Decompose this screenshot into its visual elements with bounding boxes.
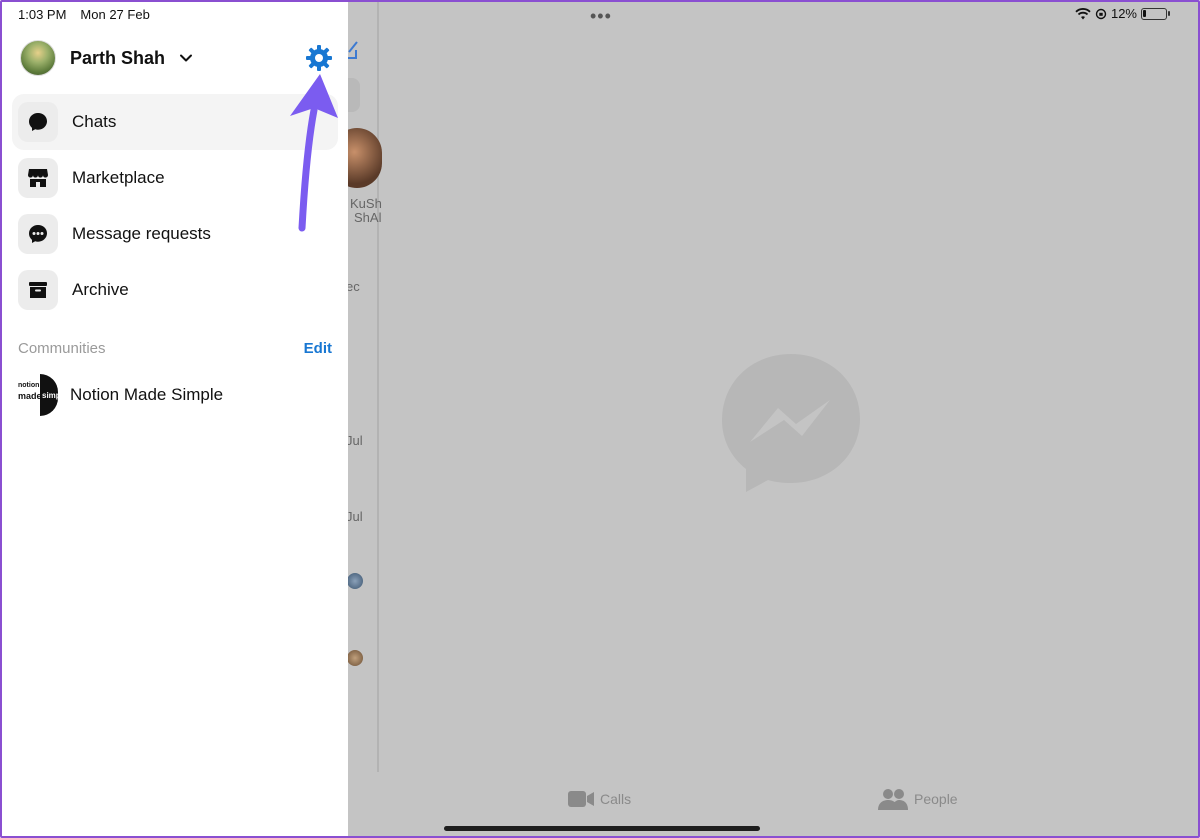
status-bar-right: 12% [1075,6,1170,21]
message-requests-icon [18,214,58,254]
chat-mini-avatar [347,650,363,666]
wifi-icon [1075,7,1091,19]
video-camera-icon [568,791,594,807]
profile-name: Parth Shah [70,47,166,68]
battery-percent: 12% [1110,6,1137,21]
communities-edit-button[interactable]: Edit [304,340,332,357]
contact-name-line2: ShAl [354,210,382,225]
communities-title: Communities [18,340,106,357]
battery-icon [1141,7,1167,20]
chat-date-fragment: Jul [346,433,363,448]
tab-calls-label: Calls [600,791,632,807]
status-bar-left: 1:03 PM Mon 27 Feb [18,7,150,22]
tab-people[interactable]: People [878,788,958,810]
community-item[interactable]: notion made simp Notion Made Simple [18,374,223,416]
messenger-logo-icon [722,354,860,492]
sidebar-item-label: Chats [72,112,117,131]
sidebar-item-label: Message requests [72,224,211,243]
orientation-lock-icon [1095,8,1107,19]
home-indicator[interactable] [444,826,760,831]
multitask-dots-icon[interactable]: ••• [590,6,612,27]
community-logo-text-2: made [18,391,42,401]
community-name: Notion Made Simple [70,385,224,404]
community-logo: notion made simp [18,374,58,416]
status-date: Mon 27 Feb [80,7,150,22]
chat-bubble-icon [18,102,58,142]
tab-people-label: People [914,791,958,807]
community-logo-text-1: notion [18,382,40,389]
chat-date-fragment: Jul [346,509,363,524]
status-time: 1:03 PM [18,7,67,22]
annotation-arrow [290,74,338,232]
chat-date-fragment: ec [346,279,360,294]
chevron-down-icon[interactable] [179,51,193,65]
chat-mini-avatar [347,573,363,589]
gear-icon[interactable] [305,44,333,72]
profile-switcher[interactable]: Parth Shah [20,40,193,76]
contact-name-line1: KuSh [350,196,382,211]
community-logo-text-3: simp [42,391,58,400]
pane-divider [377,2,379,772]
communities-header: Communities Edit [18,340,332,357]
app-frame: ••• 12% KuSh ShAl ec Jul Jul Calls Peopl… [0,0,1200,838]
storefront-icon [18,158,58,198]
sidebar-item-label: Archive [72,280,129,299]
people-icon [878,789,908,810]
archive-box-icon [18,270,58,310]
sidebar-item-label: Marketplace [72,168,165,187]
avatar[interactable] [20,40,56,76]
tab-calls[interactable]: Calls [568,790,631,808]
sidebar-item-archive[interactable]: Archive [12,262,338,318]
battery-tip [1168,11,1170,16]
